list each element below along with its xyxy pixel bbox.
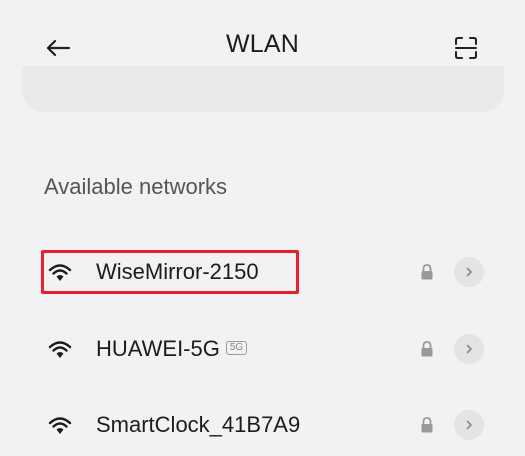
chevron-right-icon (466, 267, 472, 277)
lock-icon (421, 417, 433, 433)
wifi-icon (48, 417, 72, 434)
network-item-huawei-5g[interactable]: HUAWEI-5G 5G (22, 320, 504, 380)
chevron-right-icon (466, 420, 472, 430)
section-heading: Available networks (44, 174, 228, 199)
network-details-button[interactable] (454, 334, 484, 364)
chevron-right-icon (466, 344, 472, 354)
network-details-button[interactable] (454, 257, 484, 287)
scan-button[interactable] (446, 28, 486, 68)
arrow-left-icon (46, 39, 71, 57)
scan-icon (455, 37, 477, 59)
back-button[interactable] (38, 28, 78, 68)
network-ssid: SmartClock_41B7A9 (96, 412, 301, 437)
network-item-smartclock[interactable]: SmartClock_41B7A9 (22, 396, 504, 456)
band-badge: 5G (225, 341, 248, 356)
network-ssid-text: HUAWEI-5G (96, 336, 220, 361)
lock-icon (421, 341, 433, 357)
wlan-toggle-card (22, 66, 504, 112)
network-details-button[interactable] (454, 410, 484, 440)
network-ssid: WiseMirror-2150 (96, 259, 259, 284)
network-item-wisemirror[interactable]: WiseMirror-2150 (22, 243, 504, 303)
wifi-icon (48, 264, 72, 281)
network-ssid: HUAWEI-5G 5G (96, 336, 248, 362)
wifi-icon (48, 341, 72, 358)
lock-icon (421, 264, 433, 280)
